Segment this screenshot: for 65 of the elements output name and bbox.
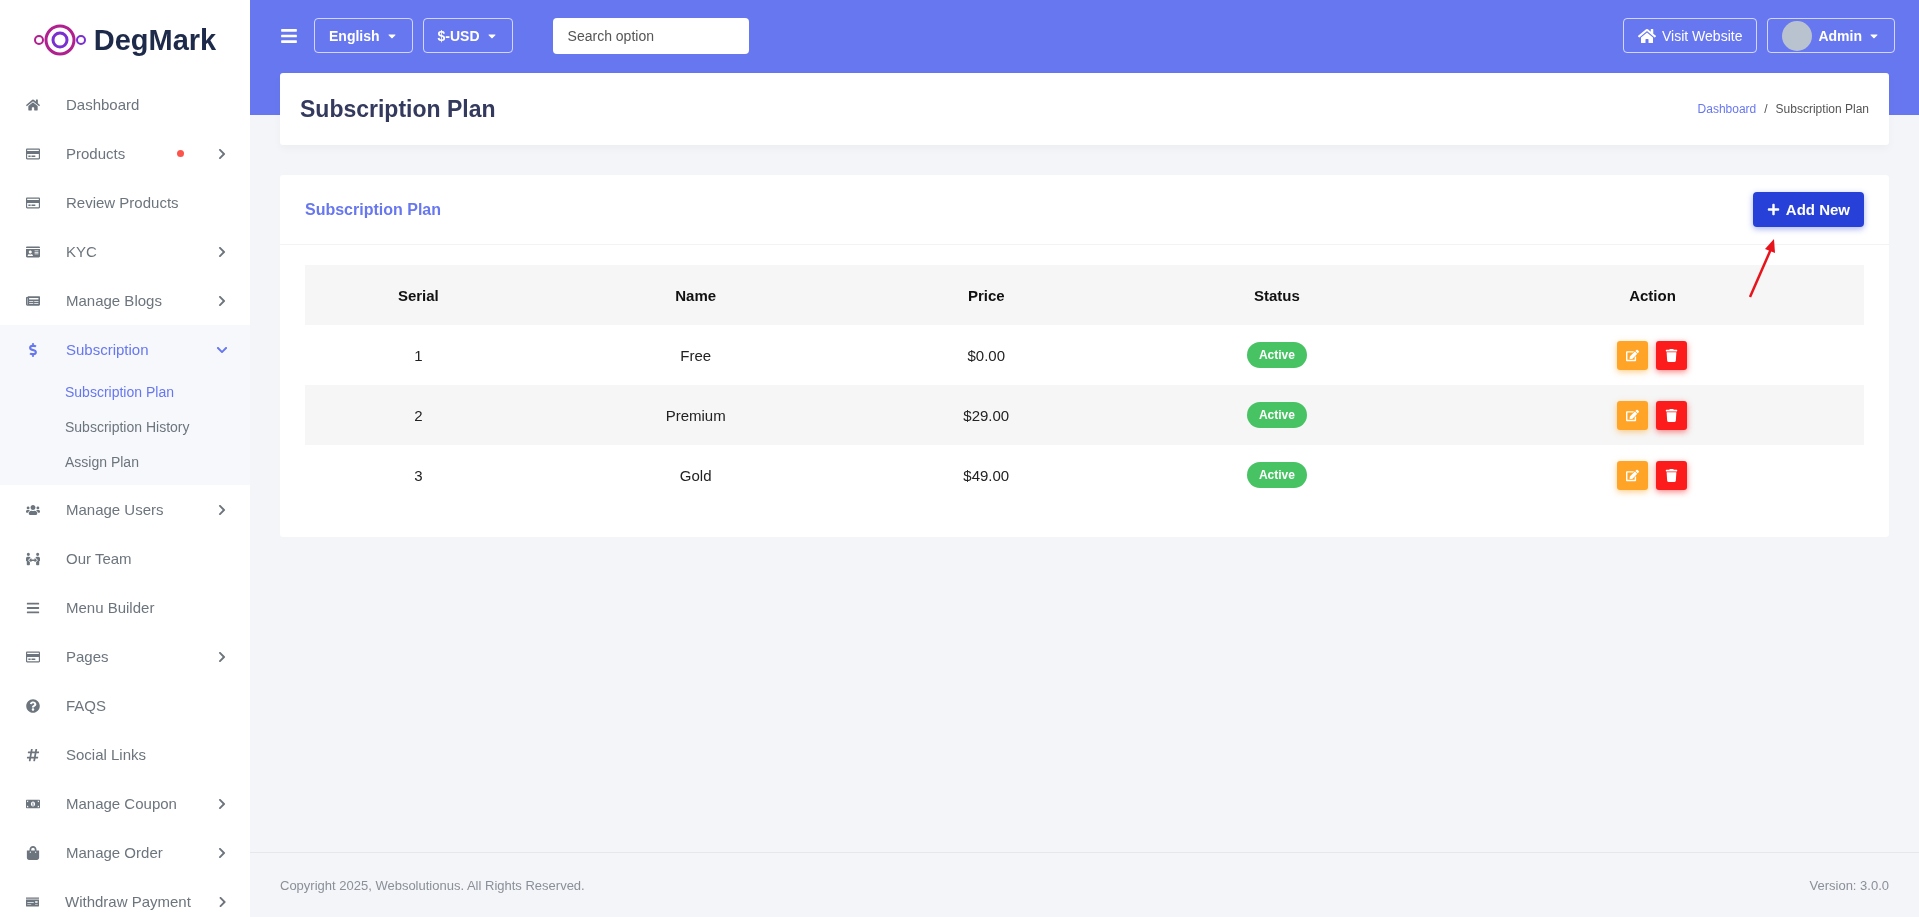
visit-website-button[interactable]: Visit Website xyxy=(1623,18,1758,53)
column-header: Serial xyxy=(305,265,532,325)
card-title: Subscription Plan xyxy=(305,200,441,219)
add-new-button[interactable]: Add New xyxy=(1752,192,1864,227)
sidebar-item[interactable]: Pages xyxy=(0,632,250,681)
column-header: Status xyxy=(1112,265,1441,325)
logo-icon xyxy=(33,23,86,57)
table-cell: $0.00 xyxy=(859,325,1113,385)
delete-button[interactable] xyxy=(1656,340,1688,370)
column-header: Action xyxy=(1440,265,1864,325)
plus-icon xyxy=(1766,203,1780,216)
edit-button[interactable] xyxy=(1617,340,1649,370)
currency-dropdown[interactable]: $-USD xyxy=(422,18,513,53)
sidebar-item[interactable]: Manage Order xyxy=(0,828,250,877)
sidebar-item[interactable]: Menu Builder xyxy=(0,583,250,632)
breadcrumb-current: Subscription Plan xyxy=(1775,102,1869,116)
status-badge: Active xyxy=(1246,462,1307,488)
status-badge: Active xyxy=(1246,402,1307,428)
edit-button[interactable] xyxy=(1617,460,1649,490)
sidebar-item[interactable]: Manage Coupon xyxy=(0,779,250,828)
submenu-item[interactable]: Subscription Plan xyxy=(0,374,250,409)
table-cell: 2 xyxy=(305,385,532,445)
table-cell: 3 xyxy=(305,445,532,505)
delete-button[interactable] xyxy=(1656,460,1688,490)
sidebar-item[interactable]: Review Products xyxy=(0,178,250,227)
delete-button[interactable] xyxy=(1656,400,1688,430)
user-menu[interactable]: Admin xyxy=(1767,18,1895,53)
sidebar-item[interactable]: Manage Users xyxy=(0,485,250,534)
status-badge: Active xyxy=(1246,342,1307,368)
sidebar-item[interactable]: Subscription xyxy=(0,325,250,374)
column-header: Name xyxy=(531,265,860,325)
submenu-item[interactable]: Subscription History xyxy=(0,409,250,444)
brand-name: DegMark xyxy=(93,23,217,57)
table-cell: $29.00 xyxy=(859,385,1113,445)
edit-icon xyxy=(1626,348,1640,362)
submenu-item[interactable]: Assign Plan xyxy=(0,444,250,479)
version-text: Version: 3.0.0 xyxy=(1809,877,1889,893)
trash-icon xyxy=(1665,348,1679,362)
trash-icon xyxy=(1665,468,1679,482)
copyright-text: Copyright 2025, Websolutionus. All Rights Reserved. xyxy=(280,877,585,893)
table-cell: $49.00 xyxy=(859,445,1113,505)
edit-button[interactable] xyxy=(1617,400,1649,430)
breadcrumb-link[interactable]: Dashboard xyxy=(1697,102,1757,116)
sidebar-item[interactable]: Dashboard xyxy=(0,80,250,129)
sidebar-item[interactable]: Products xyxy=(0,129,250,178)
page-title: Subscription Plan xyxy=(300,95,496,123)
sidebar-item[interactable]: Manage Blogs xyxy=(0,276,250,325)
language-dropdown[interactable]: English xyxy=(314,18,413,53)
table-cell: Free xyxy=(531,325,860,385)
search-field[interactable]: Search option xyxy=(552,18,749,54)
sidebar-item[interactable]: Withdraw Payment xyxy=(0,877,250,917)
table-cell: Gold xyxy=(531,445,860,505)
sidebar-item[interactable]: Social Links xyxy=(0,730,250,779)
sidebar-item[interactable]: Our Team xyxy=(0,534,250,583)
edit-icon xyxy=(1626,468,1640,482)
column-header: Price xyxy=(859,265,1113,325)
breadcrumb-separator: / xyxy=(1764,102,1768,116)
edit-icon xyxy=(1626,408,1640,422)
table-cell: Premium xyxy=(531,385,860,445)
trash-icon xyxy=(1665,408,1679,422)
sidebar-item[interactable]: FAQS xyxy=(0,681,250,730)
sidebar-item[interactable]: KYC xyxy=(0,227,250,276)
avatar xyxy=(1782,20,1813,51)
home-icon xyxy=(1638,26,1657,45)
table-cell: 1 xyxy=(305,325,532,385)
